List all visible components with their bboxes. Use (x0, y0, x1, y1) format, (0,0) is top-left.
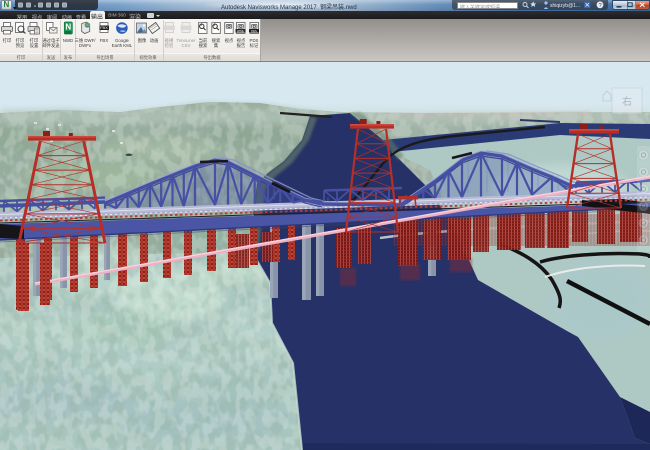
svg-text:N: N (65, 23, 71, 32)
svg-text:PDS: PDS (251, 29, 257, 33)
svg-text:右: 右 (622, 95, 632, 108)
svg-text:?: ? (599, 3, 602, 9)
svg-text:FBX: FBX (100, 25, 108, 30)
svg-text:HTML: HTML (237, 29, 245, 33)
svg-text:shiqizyb@1...: shiqizyb@1... (550, 3, 580, 9)
